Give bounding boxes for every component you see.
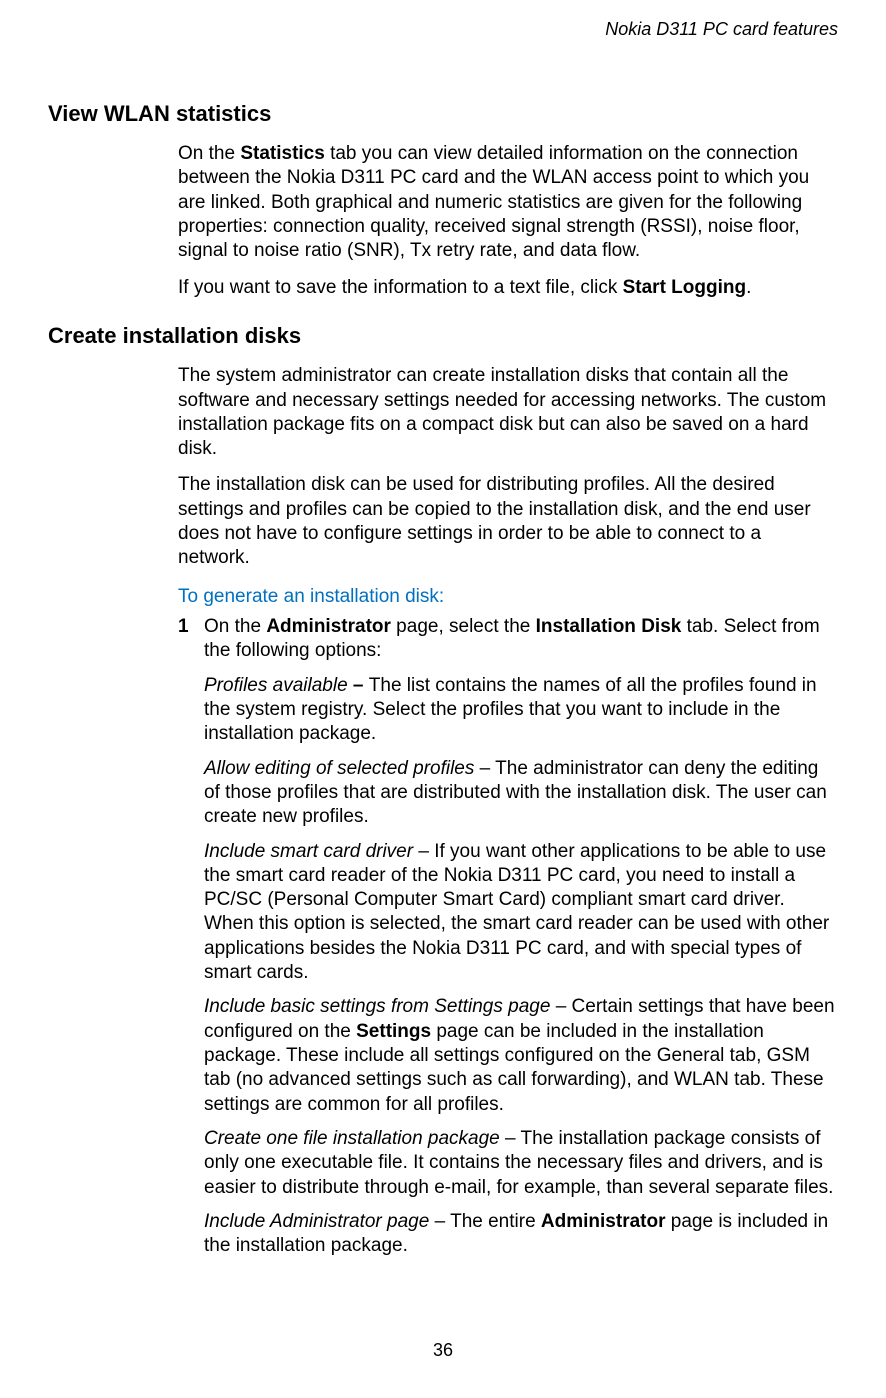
option-text: The entire [450,1211,541,1232]
text: . [746,277,751,298]
text: On the [178,143,240,164]
option-include-admin-page: Include Administrator page – The entire … [204,1210,838,1259]
option-profiles-available: Profiles available – The list contains t… [204,674,838,747]
page-number: 36 [0,1339,886,1362]
dash: – [429,1211,450,1232]
text-bold: Statistics [240,143,324,164]
text: If you want to save the information to a… [178,277,623,298]
create-paragraph-2: The installation disk can be used for di… [178,473,838,570]
create-paragraph-1: The system administrator can create inst… [178,364,838,461]
text: On the [204,616,266,637]
wlan-paragraph-1: On the Statistics tab you can view detai… [178,142,838,264]
text: page, select the [391,616,536,637]
running-header: Nokia D311 PC card features [605,18,838,41]
dash: – [500,1128,521,1149]
page-content: View WLAN statistics On the Statistics t… [0,0,886,1259]
heading-create-disks: Create installation disks [48,322,838,350]
step-1: 1 On the Administrator page, select the … [178,615,838,664]
dash: – [348,675,369,696]
text-bold: Administrator [541,1211,666,1232]
dash: – [474,758,495,779]
option-basic-settings: Include basic settings from Settings pag… [204,995,838,1117]
text-bold: Installation Disk [536,616,682,637]
text-bold: Start Logging [623,277,746,298]
option-title: Create one file installation package [204,1128,500,1149]
option-allow-editing: Allow editing of selected profiles – The… [204,757,838,830]
option-title: Allow editing of selected profiles [204,758,474,779]
wlan-paragraph-2: If you want to save the information to a… [178,276,838,300]
option-title: Include smart card driver [204,841,413,862]
option-title: Profiles available [204,675,348,696]
text-bold: Administrator [266,616,391,637]
dash: – [413,841,434,862]
step-number: 1 [178,615,189,639]
heading-view-wlan: View WLAN statistics [48,100,838,128]
step-label: To generate an installation disk: [178,585,838,609]
option-smart-card-driver: Include smart card driver – If you want … [204,840,838,986]
option-title: Include Administrator page [204,1211,429,1232]
option-title: Include basic settings from Settings pag… [204,996,550,1017]
text-bold: Settings [356,1021,431,1042]
dash: – [550,996,571,1017]
option-one-file-package: Create one file installation package – T… [204,1127,838,1200]
